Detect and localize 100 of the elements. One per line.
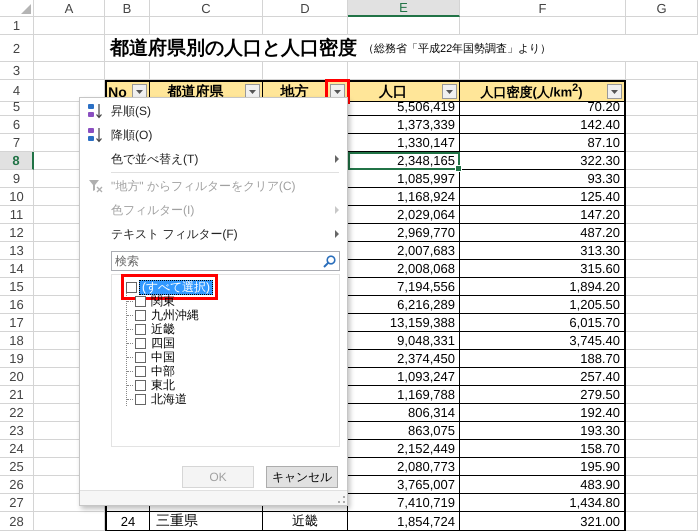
grid-cell[interactable] (626, 206, 698, 224)
row-header[interactable]: 4 (0, 80, 34, 102)
table-cell[interactable]: 2,348,165 (348, 152, 460, 170)
filter-value[interactable]: 九州沖縄 (148, 308, 202, 322)
column-header[interactable]: A (34, 0, 105, 17)
row-header[interactable]: 19 (0, 350, 34, 368)
grid-cell[interactable] (626, 404, 698, 422)
column-header[interactable]: F (460, 0, 626, 17)
grid-cell[interactable] (460, 17, 626, 35)
grid-cell[interactable] (150, 17, 263, 35)
checkbox[interactable] (135, 366, 146, 376)
row-header[interactable]: 23 (0, 422, 34, 440)
grid-cell[interactable] (626, 17, 698, 35)
grid-cell[interactable] (626, 368, 698, 386)
grid-cell[interactable] (626, 242, 698, 260)
row-header[interactable]: 5 (0, 98, 34, 116)
grid-cell[interactable] (626, 134, 698, 152)
grid-cell[interactable] (626, 224, 698, 242)
grid-cell[interactable] (626, 296, 698, 314)
grid-cell[interactable] (626, 332, 698, 350)
grid-cell[interactable] (626, 116, 698, 134)
grid-cell[interactable] (626, 188, 698, 206)
filter-dropdown-button[interactable] (442, 84, 457, 100)
grid-cell[interactable] (626, 350, 698, 368)
row-header[interactable]: 20 (0, 368, 34, 386)
column-header[interactable]: D (263, 0, 348, 17)
grid-cell[interactable] (34, 35, 105, 62)
row-header[interactable]: 18 (0, 332, 34, 350)
grid-cell[interactable] (34, 17, 105, 35)
filter-value[interactable]: 中部 (148, 364, 178, 378)
row-header[interactable]: 17 (0, 314, 34, 332)
grid-cell[interactable] (626, 386, 698, 404)
filter-value[interactable]: 近畿 (148, 322, 178, 336)
row-header[interactable]: 11 (0, 206, 34, 224)
row-header[interactable]: 6 (0, 116, 34, 134)
checkbox[interactable] (126, 282, 137, 292)
menu-item[interactable]: 色で並べ替え(T) (80, 147, 347, 171)
row-header[interactable]: 1 (0, 17, 34, 35)
column-title-cell: 人口 (348, 80, 460, 102)
grid-cell[interactable] (348, 17, 460, 35)
menu-item[interactable]: テキスト フィルター(F) (80, 222, 347, 246)
row-header[interactable]: 21 (0, 386, 34, 404)
row-header[interactable]: 25 (0, 458, 34, 476)
row-header[interactable]: 8 (0, 152, 34, 170)
row-header[interactable]: 27 (0, 494, 34, 512)
filter-value[interactable]: 四国 (148, 336, 178, 350)
column-header[interactable]: C (150, 0, 263, 17)
grid-cell[interactable] (263, 17, 348, 35)
resize-grip-icon[interactable] (338, 496, 345, 503)
row-header[interactable]: 16 (0, 296, 34, 314)
checkbox[interactable] (135, 324, 146, 334)
search-field[interactable]: 検索 (111, 251, 340, 271)
dialog-button[interactable]: キャンセル (266, 466, 338, 488)
checkbox[interactable] (135, 394, 146, 404)
row-header[interactable]: 12 (0, 224, 34, 242)
checkbox[interactable] (135, 338, 146, 348)
grid-cell[interactable] (626, 314, 698, 332)
row-header[interactable]: 14 (0, 260, 34, 278)
grid-cell[interactable] (626, 80, 698, 102)
column-header[interactable]: B (105, 0, 150, 17)
grid-cell[interactable] (626, 170, 698, 188)
table-cell[interactable]: 1,854,724 (348, 512, 460, 531)
grid-cell[interactable] (626, 476, 698, 494)
row-header[interactable]: 2 (0, 35, 34, 62)
checkbox[interactable] (135, 296, 146, 306)
grid-cell[interactable] (105, 17, 150, 35)
filter-dropdown-button[interactable] (607, 84, 622, 100)
grid-cell[interactable] (626, 152, 698, 170)
merged-cell[interactable]: 都道府県別の人口と人口密度 （総務省「平成22年国勢調査」より） (105, 35, 698, 62)
grid-cell[interactable] (34, 62, 105, 80)
grid-cell[interactable] (626, 260, 698, 278)
column-header[interactable]: G (626, 0, 698, 17)
row-header[interactable]: 9 (0, 170, 34, 188)
checkbox[interactable] (135, 352, 146, 362)
column-header[interactable]: E (348, 0, 460, 17)
row-header[interactable]: 28 (0, 512, 34, 531)
grid-cell[interactable] (34, 512, 105, 531)
checkbox[interactable] (135, 380, 146, 390)
filter-value[interactable]: 北海道 (148, 392, 190, 406)
filter-value[interactable]: 東北 (148, 378, 178, 392)
row-header[interactable]: 3 (0, 62, 34, 80)
grid-cell[interactable] (626, 62, 698, 80)
checkbox[interactable] (135, 310, 146, 320)
select-all-corner[interactable] (0, 0, 34, 17)
row-header[interactable]: 24 (0, 440, 34, 458)
filter-value[interactable]: 中国 (148, 350, 178, 364)
table-cell[interactable]: 7,410,719 (348, 494, 460, 512)
menu-item[interactable]: 降順(O) (80, 123, 347, 147)
row-header[interactable]: 13 (0, 242, 34, 260)
grid-cell[interactable] (626, 422, 698, 440)
grid-cell[interactable] (626, 494, 698, 512)
grid-cell[interactable] (626, 440, 698, 458)
fill-handle[interactable] (455, 165, 462, 172)
row-header[interactable]: 10 (0, 188, 34, 206)
grid-cell[interactable] (626, 278, 698, 296)
grid-cell[interactable] (626, 512, 698, 531)
row-header[interactable]: 22 (0, 404, 34, 422)
grid-cell[interactable] (626, 458, 698, 476)
row-header[interactable]: 15 (0, 278, 34, 296)
row-header[interactable]: 26 (0, 476, 34, 494)
